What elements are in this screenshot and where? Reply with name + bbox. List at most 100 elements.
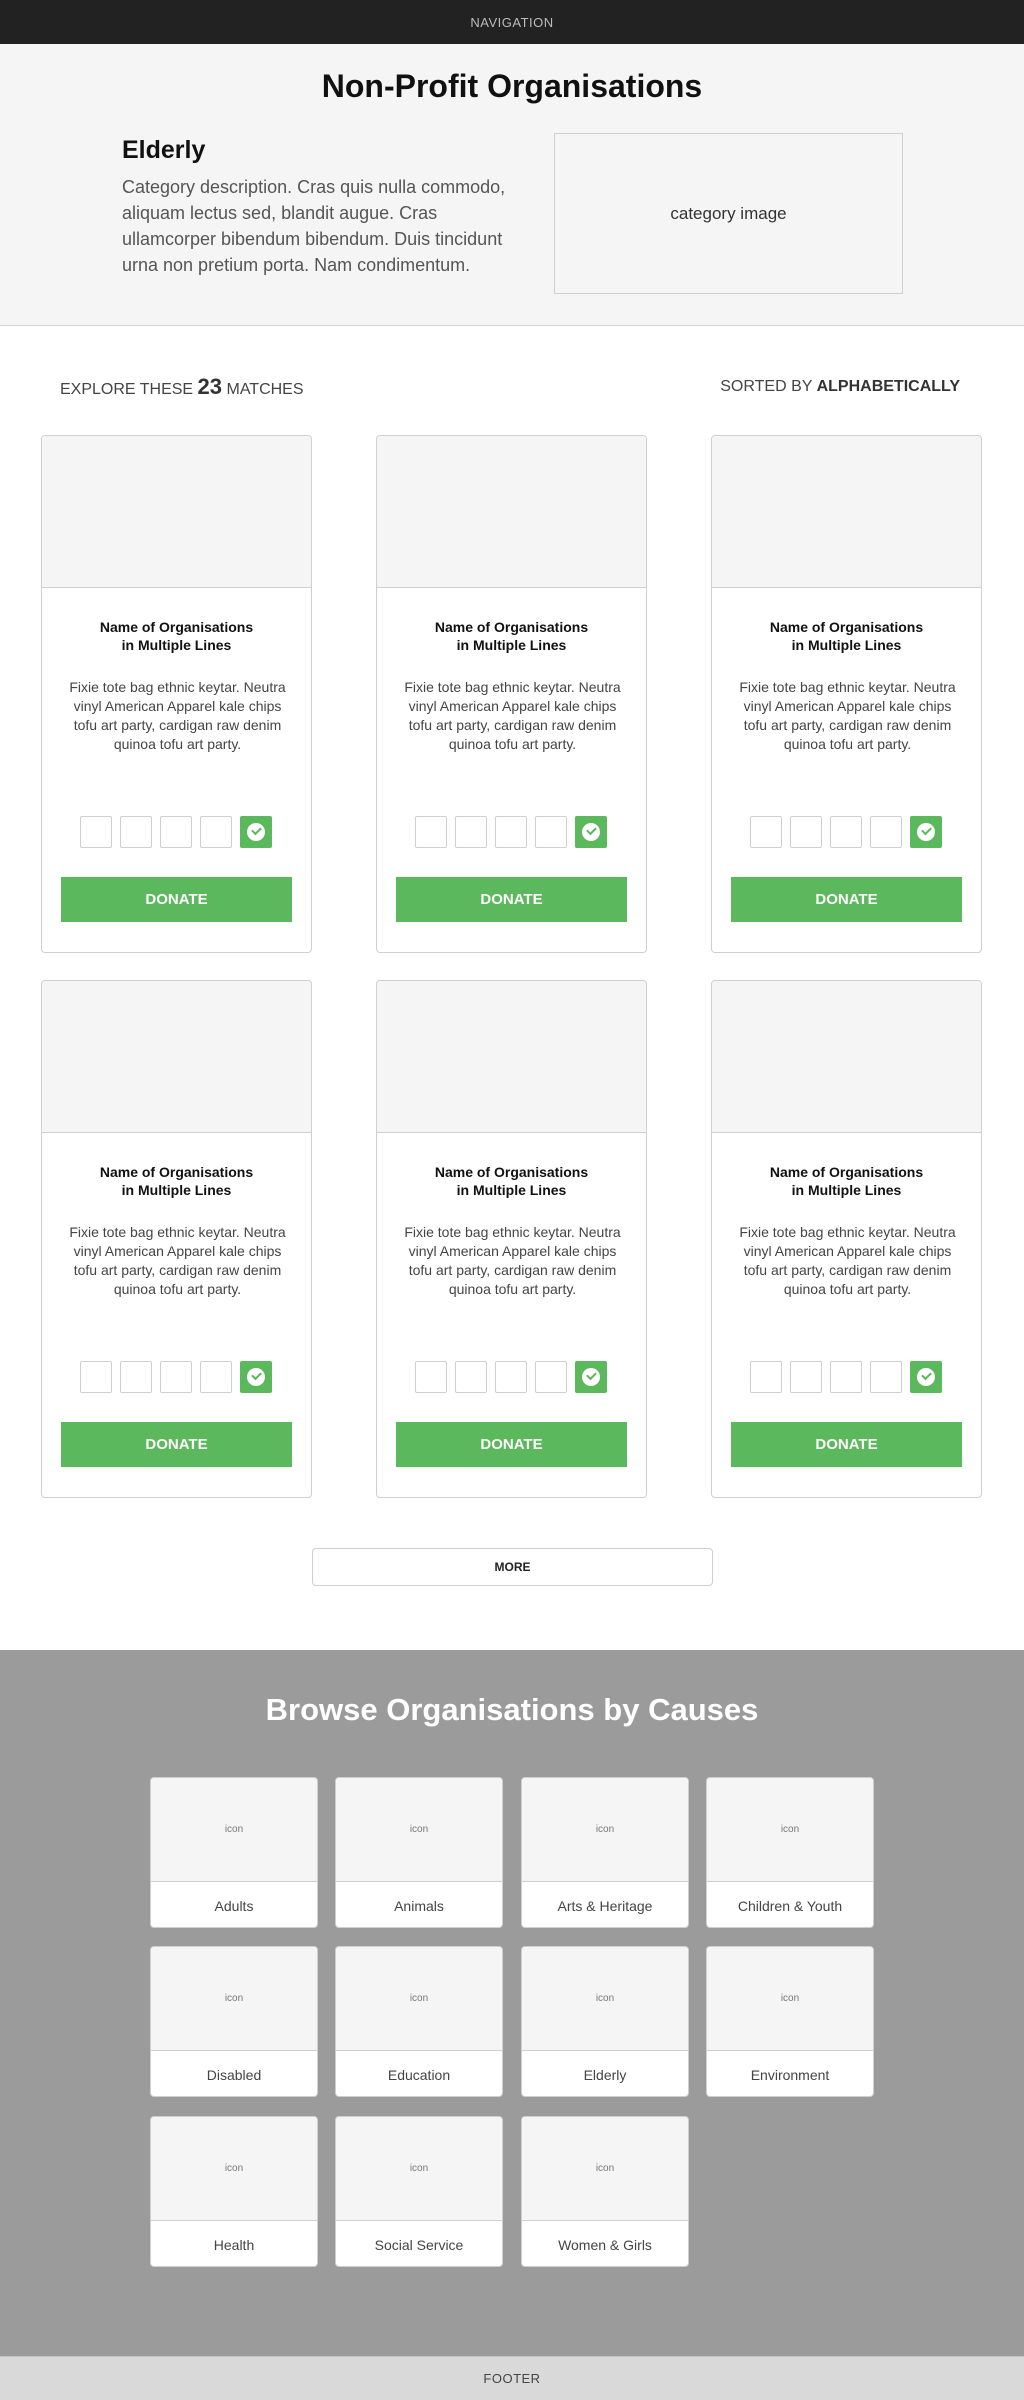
donate-button[interactable]: DONATE bbox=[61, 1422, 292, 1467]
checkbox[interactable] bbox=[830, 1361, 862, 1393]
checkbox[interactable] bbox=[790, 1361, 822, 1393]
organisation-image bbox=[712, 981, 981, 1133]
disabled-icon: icon bbox=[151, 1947, 317, 2051]
organisation-card[interactable]: Name of Organisations in Multiple Lines … bbox=[41, 435, 312, 953]
checkbox-checked[interactable] bbox=[240, 1361, 272, 1393]
checkbox[interactable] bbox=[200, 1361, 232, 1393]
organisation-name[interactable]: Name of Organisations in Multiple Lines bbox=[377, 1163, 646, 1199]
cause-tile-arts-heritage[interactable]: icon Arts & Heritage bbox=[521, 1777, 689, 1928]
checkbox[interactable] bbox=[120, 816, 152, 848]
check-circle-icon bbox=[247, 823, 265, 841]
cause-tile-children-youth[interactable]: icon Children & Youth bbox=[706, 1777, 874, 1928]
organisation-name-line: Name of Organisations bbox=[434, 1164, 589, 1180]
causes-title: Browse Organisations by Causes bbox=[265, 1692, 759, 1727]
animals-icon: icon bbox=[336, 1778, 502, 1882]
cause-label: Children & Youth bbox=[737, 1897, 843, 1914]
organisation-name[interactable]: Name of Organisations in Multiple Lines bbox=[377, 618, 646, 654]
sort-control[interactable]: SORTED BY ALPHABETICALLY bbox=[720, 378, 960, 396]
organisation-image bbox=[42, 436, 311, 588]
organisation-image bbox=[377, 436, 646, 588]
checkbox[interactable] bbox=[750, 1361, 782, 1393]
cause-tile-animals[interactable]: icon Animals bbox=[335, 1777, 503, 1928]
organisation-name[interactable]: Name of Organisations in Multiple Lines bbox=[42, 618, 311, 654]
checkbox[interactable] bbox=[415, 816, 447, 848]
organisation-description: Fixie tote bag ethnic keytar. Neutra vin… bbox=[404, 1224, 621, 1297]
children-youth-icon: icon bbox=[707, 1778, 873, 1882]
cause-tile-environment[interactable]: icon Environment bbox=[706, 1946, 874, 2097]
environment-icon: icon bbox=[707, 1947, 873, 2051]
cause-checkboxes bbox=[80, 816, 272, 848]
checkbox-checked[interactable] bbox=[575, 816, 607, 848]
checkbox[interactable] bbox=[455, 1361, 487, 1393]
checkbox[interactable] bbox=[160, 1361, 192, 1393]
cause-label: Health bbox=[213, 2236, 255, 2253]
checkbox[interactable] bbox=[200, 816, 232, 848]
checkbox[interactable] bbox=[750, 816, 782, 848]
checkbox[interactable] bbox=[80, 1361, 112, 1393]
checkbox[interactable] bbox=[495, 1361, 527, 1393]
organisation-name-line: Name of Organisations bbox=[769, 1164, 924, 1180]
donate-button[interactable]: DONATE bbox=[61, 877, 292, 922]
checkbox-checked[interactable] bbox=[910, 816, 942, 848]
checkbox[interactable] bbox=[790, 816, 822, 848]
cause-tile-health[interactable]: icon Health bbox=[150, 2116, 318, 2267]
checkbox[interactable] bbox=[80, 816, 112, 848]
cause-label: Arts & Heritage bbox=[557, 1897, 653, 1914]
sort-prefix: SORTED BY bbox=[720, 378, 813, 395]
checkbox[interactable] bbox=[455, 816, 487, 848]
organisation-name-line: in Multiple Lines bbox=[791, 1182, 902, 1198]
checkbox[interactable] bbox=[120, 1361, 152, 1393]
arts-heritage-icon: icon bbox=[522, 1778, 688, 1882]
checkbox[interactable] bbox=[870, 1361, 902, 1393]
sort-value[interactable]: ALPHABETICALLY bbox=[817, 378, 960, 395]
organisation-name-line: in Multiple Lines bbox=[791, 637, 902, 653]
organisation-card[interactable]: Name of Organisations in Multiple Lines … bbox=[41, 980, 312, 1498]
cause-label: Education bbox=[387, 2066, 451, 2083]
cause-label: Adults bbox=[214, 1897, 254, 1914]
cause-tile-elderly[interactable]: icon Elderly bbox=[521, 1946, 689, 2097]
organisation-card[interactable]: Name of Organisations in Multiple Lines … bbox=[711, 980, 982, 1498]
elderly-icon: icon bbox=[522, 1947, 688, 2051]
cause-label: Animals bbox=[394, 1897, 444, 1914]
checkbox[interactable] bbox=[870, 816, 902, 848]
category-title: Elderly bbox=[122, 136, 206, 164]
organisation-name[interactable]: Name of Organisations in Multiple Lines bbox=[712, 1163, 981, 1199]
results-count: EXPLORE THESE 23 MATCHES bbox=[60, 374, 304, 400]
check-circle-icon bbox=[582, 823, 600, 841]
health-icon: icon bbox=[151, 2117, 317, 2221]
donate-button[interactable]: DONATE bbox=[731, 1422, 962, 1467]
organisation-card[interactable]: Name of Organisations in Multiple Lines … bbox=[376, 980, 647, 1498]
checkbox[interactable] bbox=[495, 816, 527, 848]
checkbox-checked[interactable] bbox=[910, 1361, 942, 1393]
explore-prefix: EXPLORE THESE bbox=[60, 381, 194, 398]
checkbox[interactable] bbox=[535, 816, 567, 848]
cause-tile-adults[interactable]: icon Adults bbox=[150, 1777, 318, 1928]
organisation-name-line: Name of Organisations bbox=[99, 619, 254, 635]
footer: FOOTER bbox=[0, 2356, 1024, 2400]
checkbox-checked[interactable] bbox=[575, 1361, 607, 1393]
cause-checkboxes bbox=[750, 1361, 942, 1393]
more-button[interactable]: MORE bbox=[312, 1548, 713, 1586]
donate-button[interactable]: DONATE bbox=[396, 877, 627, 922]
organisation-card[interactable]: Name of Organisations in Multiple Lines … bbox=[376, 435, 647, 953]
organisation-description: Fixie tote bag ethnic keytar. Neutra vin… bbox=[69, 679, 286, 752]
cause-tile-disabled[interactable]: icon Disabled bbox=[150, 1946, 318, 2097]
cause-tile-education[interactable]: icon Education bbox=[335, 1946, 503, 2097]
donate-button[interactable]: DONATE bbox=[731, 877, 962, 922]
navigation-bar[interactable]: NAVIGATION bbox=[0, 0, 1024, 44]
organisation-name-line: Name of Organisations bbox=[769, 619, 924, 635]
category-image: category image bbox=[554, 133, 903, 294]
donate-button[interactable]: DONATE bbox=[396, 1422, 627, 1467]
checkbox[interactable] bbox=[830, 816, 862, 848]
organisation-image bbox=[712, 436, 981, 588]
checkbox[interactable] bbox=[160, 816, 192, 848]
organisation-card[interactable]: Name of Organisations in Multiple Lines … bbox=[711, 435, 982, 953]
organisation-name[interactable]: Name of Organisations in Multiple Lines bbox=[42, 1163, 311, 1199]
cause-tile-social-service[interactable]: icon Social Service bbox=[335, 2116, 503, 2267]
checkbox[interactable] bbox=[535, 1361, 567, 1393]
organisation-name-line: Name of Organisations bbox=[434, 619, 589, 635]
organisation-name[interactable]: Name of Organisations in Multiple Lines bbox=[712, 618, 981, 654]
cause-tile-women-girls[interactable]: icon Women & Girls bbox=[521, 2116, 689, 2267]
checkbox-checked[interactable] bbox=[240, 816, 272, 848]
checkbox[interactable] bbox=[415, 1361, 447, 1393]
